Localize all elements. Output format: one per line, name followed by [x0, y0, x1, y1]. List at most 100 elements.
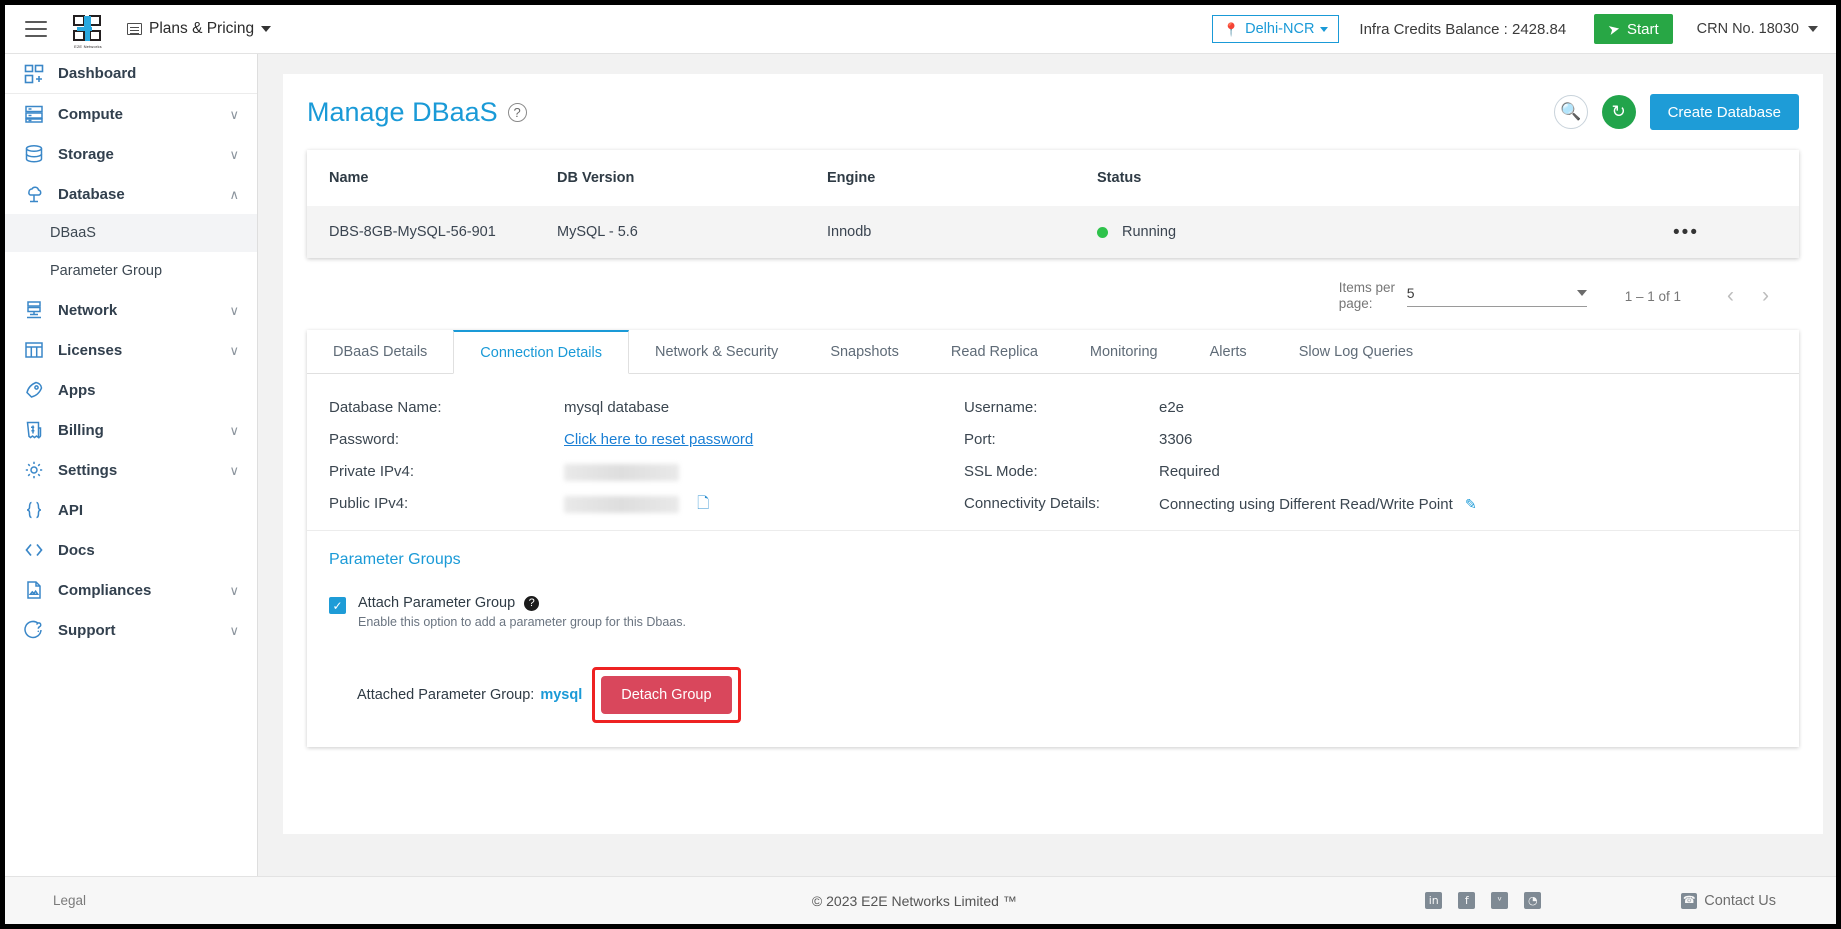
cell-status: Running: [1097, 206, 1657, 258]
cell-engine: Innodb: [827, 206, 1097, 258]
support-icon: [23, 619, 45, 641]
column-header-name: Name: [329, 170, 369, 186]
rss-icon[interactable]: ◔: [1524, 892, 1542, 909]
tab-bar: DBaaS Details Connection Details Network…: [307, 330, 1799, 374]
chevron-down-icon: ∨: [229, 422, 239, 438]
tab-dbaas-details[interactable]: DBaaS Details: [307, 330, 453, 373]
e2e-networks-logo[interactable]: E2E Networks: [71, 11, 105, 49]
send-icon: ➤: [1606, 19, 1622, 38]
sidebar-item-parameter-group[interactable]: Parameter Group: [5, 252, 257, 290]
server-icon: [23, 103, 45, 125]
details-card: DBaaS Details Connection Details Network…: [307, 330, 1799, 747]
help-circle-icon[interactable]: ?: [507, 102, 527, 122]
next-page-button[interactable]: ›: [1748, 284, 1783, 308]
help-icon[interactable]: ?: [524, 595, 540, 611]
previous-page-button[interactable]: ‹: [1713, 284, 1748, 308]
detach-group-button[interactable]: Detach Group: [601, 676, 732, 714]
value-ssl-mode: Required: [1159, 463, 1220, 480]
sidebar-item-label: Support: [58, 621, 116, 639]
sidebar-item-database[interactable]: Database ∧: [5, 174, 257, 214]
items-per-page-select[interactable]: 5: [1406, 285, 1587, 307]
dashboard-icon: [23, 63, 45, 85]
column-header-status: Status: [1097, 170, 1142, 186]
attach-parameter-group-checkbox[interactable]: ✓: [329, 597, 346, 614]
sidebar-item-settings[interactable]: Settings ∨: [5, 450, 257, 490]
status-dot-icon: [1097, 226, 1108, 238]
hamburger-menu-icon[interactable]: [25, 21, 47, 37]
start-button-label: Start: [1626, 20, 1659, 38]
attached-parameter-group-label: Attached Parameter Group:: [357, 687, 535, 703]
label-private-ipv4: Private IPv4:: [329, 463, 415, 480]
value-public-ipv4: 🗋: [564, 488, 964, 520]
copy-icon[interactable]: 🗋: [697, 495, 709, 512]
start-button[interactable]: ➤ Start: [1594, 14, 1673, 44]
tab-read-replica[interactable]: Read Replica: [925, 330, 1064, 373]
sidebar-item-dashboard[interactable]: Dashboard: [5, 54, 257, 94]
footer-contact-us[interactable]: ☎ Contact Us: [1681, 892, 1776, 909]
footer-company: E2E Networks Limited ™: [861, 892, 1017, 909]
page-title: Manage DBaaS: [307, 96, 498, 127]
value-private-ipv4: [564, 456, 964, 488]
tab-network-and-security[interactable]: Network & Security: [629, 330, 804, 373]
create-database-button[interactable]: Create Database: [1649, 94, 1799, 130]
footer: Legal © 2023 E2E Networks Limited ™ in f…: [5, 876, 1836, 924]
plans-and-pricing-label: Plans & Pricing: [149, 20, 255, 37]
plans-and-pricing-menu[interactable]: Plans & Pricing: [127, 20, 272, 38]
tab-connection-details[interactable]: Connection Details: [453, 330, 630, 374]
list-icon: [127, 23, 142, 35]
column-header-db-version: DB Version: [557, 170, 635, 186]
sidebar-item-compute[interactable]: Compute ∨: [5, 94, 257, 134]
databases-table: Name DB Version Engine Status DBS-8GB-My…: [307, 150, 1799, 258]
kebab-menu-icon[interactable]: •••: [1673, 222, 1699, 243]
sidebar-item-billing[interactable]: Billing ∨: [5, 410, 257, 450]
refresh-icon[interactable]: ↻: [1601, 95, 1636, 129]
items-per-page-label: Items per page:: [1338, 280, 1395, 311]
sidebar-item-api[interactable]: API: [5, 490, 257, 530]
facebook-icon[interactable]: f: [1458, 892, 1476, 909]
edit-pencil-icon[interactable]: ✎: [1465, 496, 1477, 512]
sidebar-item-apps[interactable]: Apps: [5, 370, 257, 410]
table-body: DBS-8GB-MySQL-56-901 MySQL - 5.6 Innodb …: [307, 206, 1799, 258]
sidebar-item-docs[interactable]: Docs: [5, 530, 257, 570]
label-database-name: Database Name:: [329, 399, 442, 416]
sidebar-item-label: Settings: [58, 461, 118, 479]
linkedin-icon[interactable]: in: [1425, 892, 1443, 909]
chevron-down-icon: ∨: [229, 462, 239, 478]
items-per-page-value: 5: [1406, 285, 1415, 301]
reset-password-link[interactable]: Click here to reset password: [564, 431, 753, 448]
table-row[interactable]: DBS-8GB-MySQL-56-901 MySQL - 5.6 Innodb …: [307, 206, 1799, 258]
tab-monitoring[interactable]: Monitoring: [1064, 330, 1184, 373]
sidebar-item-network[interactable]: Network ∨: [5, 290, 257, 330]
sidebar-item-storage[interactable]: Storage ∨: [5, 134, 257, 174]
tab-snapshots[interactable]: Snapshots: [804, 330, 925, 373]
region-selector[interactable]: 📍 Delhi-NCR: [1211, 15, 1340, 43]
paginator: Items per page: 5 1 – 1 of 1 ‹ ›: [283, 258, 1823, 320]
storage-icon: [23, 143, 45, 165]
footer-social-links: in f ᵛ ◔: [1425, 892, 1542, 909]
attached-parameter-group-name[interactable]: mysql: [540, 687, 582, 703]
value-username: e2e: [1159, 399, 1185, 416]
sidebar-item-licenses[interactable]: Licenses ∨: [5, 330, 257, 370]
sidebar-item-label: Billing: [58, 421, 104, 439]
logo-caption: E2E Networks: [74, 44, 102, 49]
tab-alerts[interactable]: Alerts: [1184, 330, 1273, 373]
sidebar-item-compliances[interactable]: Compliances ∨: [5, 570, 257, 610]
sidebar-item-label: Apps: [58, 381, 96, 399]
redacted-public-ip: [564, 495, 679, 513]
sidebar-item-support[interactable]: Support ∨: [5, 610, 257, 650]
rocket-icon: [23, 379, 45, 401]
sidebar-subitem-label: Parameter Group: [50, 263, 163, 279]
cell-db-version: MySQL - 5.6: [557, 206, 827, 258]
search-icon[interactable]: 🔍: [1553, 95, 1588, 129]
twitter-icon[interactable]: ᵛ: [1491, 892, 1509, 909]
footer-contact-label: Contact Us: [1704, 892, 1776, 909]
databases-table-card: Name DB Version Engine Status DBS-8GB-My…: [307, 150, 1799, 258]
cell-actions: •••: [1657, 206, 1799, 258]
footer-legal-link[interactable]: Legal: [53, 893, 86, 908]
tab-slow-log-queries[interactable]: Slow Log Queries: [1273, 330, 1439, 373]
sidebar-item-dbaas[interactable]: DBaaS: [5, 214, 257, 252]
column-header-actions: [1657, 150, 1799, 206]
crn-label: CRN No. 18030: [1696, 21, 1799, 37]
chevron-down-icon: [1808, 26, 1818, 32]
crn-menu[interactable]: CRN No. 18030: [1697, 21, 1818, 37]
